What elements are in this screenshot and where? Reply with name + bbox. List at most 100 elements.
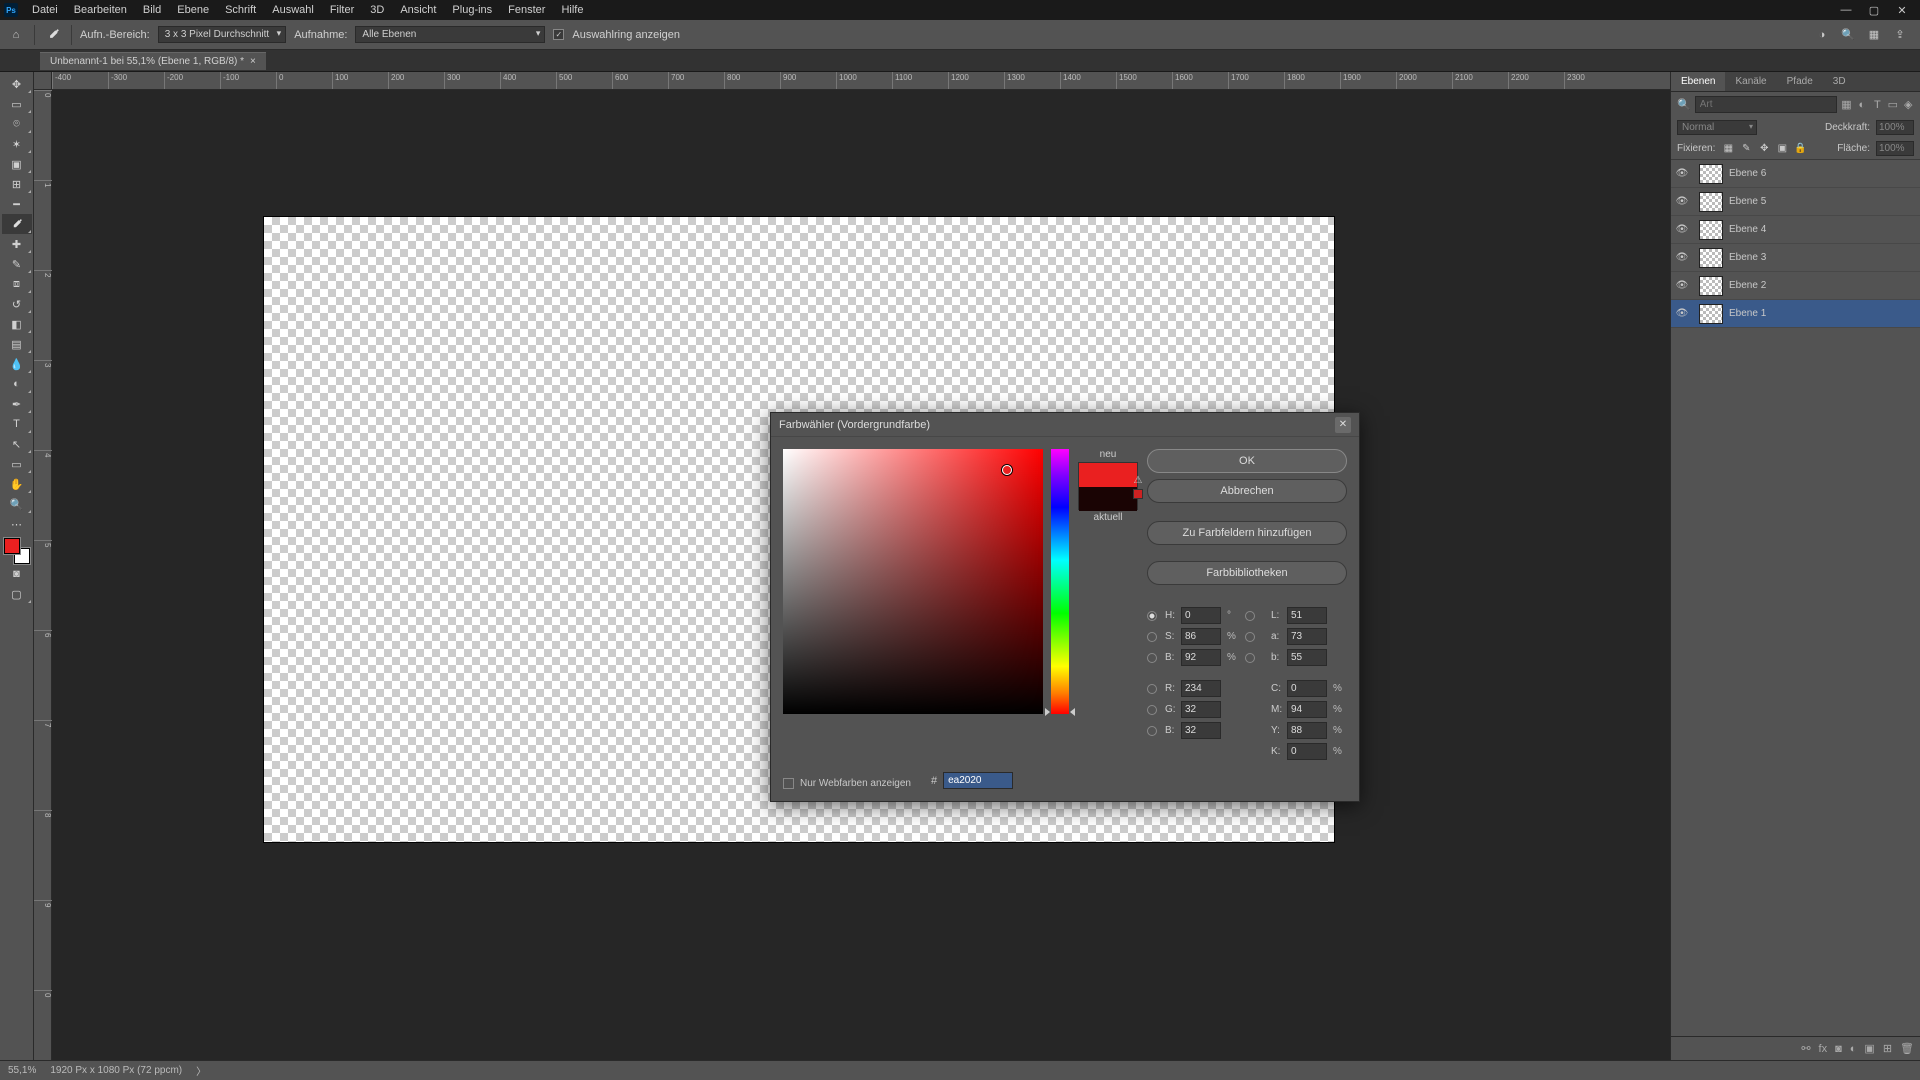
opacity-input[interactable] <box>1876 120 1914 135</box>
input-a[interactable] <box>1287 628 1327 645</box>
input-c[interactable] <box>1287 680 1327 697</box>
menu-3d[interactable]: 3D <box>362 4 392 16</box>
blur-tool[interactable]: 💧 <box>2 354 32 374</box>
wand-tool[interactable]: ✶ <box>2 134 32 154</box>
search-icon[interactable]: 🔍 <box>1677 98 1691 112</box>
link-layers-icon[interactable]: ⚯ <box>1801 1042 1810 1055</box>
color-libraries-button[interactable]: Farbbibliotheken <box>1147 561 1347 585</box>
lasso-tool[interactable]: ⌾ <box>2 114 32 134</box>
menu-image[interactable]: Bild <box>135 4 169 16</box>
layer-filter-input[interactable] <box>1695 96 1837 113</box>
input-bv[interactable] <box>1181 649 1221 666</box>
doc-info[interactable]: 1920 Px x 1080 Px (72 ppcm) <box>50 1065 182 1076</box>
window-maximize-icon[interactable]: ▢ <box>1860 0 1888 20</box>
frame-tool[interactable]: ⊞ <box>2 174 32 194</box>
radio-a[interactable] <box>1245 632 1255 642</box>
share-icon[interactable]: ⇪ <box>1892 27 1908 43</box>
home-icon[interactable]: ⌂ <box>6 25 26 45</box>
cloud-icon[interactable]: ◑ <box>1814 27 1830 43</box>
gradient-tool[interactable]: ▤ <box>2 334 32 354</box>
layer-name[interactable]: Ebene 5 <box>1729 196 1766 207</box>
screenmode-tool[interactable]: ▢ <box>2 584 32 604</box>
filter-shape-icon[interactable]: ▭ <box>1887 98 1898 112</box>
filter-adjust-icon[interactable]: ◐ <box>1856 98 1867 112</box>
input-y[interactable] <box>1287 722 1327 739</box>
delete-layer-icon[interactable]: 🗑 <box>1900 1042 1914 1055</box>
tab-3d[interactable]: 3D <box>1823 72 1856 91</box>
lock-artboard-icon[interactable]: ▣ <box>1775 142 1789 156</box>
layer-thumbnail[interactable] <box>1699 248 1723 268</box>
cancel-button[interactable]: Abbrechen <box>1147 479 1347 503</box>
move-tool[interactable]: ✥ <box>2 74 32 94</box>
marquee-tool[interactable]: ▭ <box>2 94 32 114</box>
radio-bv[interactable] <box>1147 653 1157 663</box>
menu-plugins[interactable]: Plug-ins <box>444 4 500 16</box>
radio-b[interactable] <box>1245 653 1255 663</box>
hex-input[interactable] <box>943 772 1013 789</box>
current-color-swatch[interactable] <box>1079 487 1137 511</box>
color-cursor[interactable] <box>1002 465 1012 475</box>
menu-file[interactable]: Datei <box>24 4 66 16</box>
brush-tool[interactable]: ✎ <box>2 254 32 274</box>
layer-group-icon[interactable]: ▣ <box>1864 1042 1874 1055</box>
layer-row[interactable]: 👁Ebene 3 <box>1671 244 1920 272</box>
layer-name[interactable]: Ebene 4 <box>1729 224 1766 235</box>
dialog-close-icon[interactable]: ✕ <box>1335 417 1351 433</box>
crop-tool[interactable]: ▣ <box>2 154 32 174</box>
radio-g[interactable] <box>1147 705 1157 715</box>
input-h[interactable] <box>1181 607 1221 624</box>
radio-s[interactable] <box>1147 632 1157 642</box>
close-icon[interactable]: × <box>250 56 256 67</box>
input-bc[interactable] <box>1181 722 1221 739</box>
gamut-warning-icon[interactable]: ⚠ <box>1131 473 1145 487</box>
history-brush-tool[interactable]: ↺ <box>2 294 32 314</box>
fill-input[interactable] <box>1876 141 1914 156</box>
show-ring-checkbox[interactable]: ✓ <box>553 29 564 40</box>
zoom-tool[interactable]: 🔍 <box>2 494 32 514</box>
adjustment-layer-icon[interactable]: ◐ <box>1850 1043 1857 1055</box>
layer-name[interactable]: Ebene 2 <box>1729 280 1766 291</box>
layer-thumbnail[interactable] <box>1699 220 1723 240</box>
window-minimize-icon[interactable]: — <box>1832 0 1860 20</box>
visibility-icon[interactable]: 👁 <box>1671 168 1693 179</box>
web-colors-checkbox[interactable] <box>783 778 794 789</box>
layer-name[interactable]: Ebene 1 <box>1729 308 1766 319</box>
search-icon[interactable]: 🔍 <box>1840 27 1856 43</box>
hue-slider[interactable] <box>1051 449 1069 714</box>
visibility-icon[interactable]: 👁 <box>1671 196 1693 207</box>
layer-thumbnail[interactable] <box>1699 164 1723 184</box>
type-tool[interactable]: T <box>2 414 32 434</box>
input-m[interactable] <box>1287 701 1327 718</box>
layer-name[interactable]: Ebene 3 <box>1729 252 1766 263</box>
doc-info-menu-icon[interactable]: 〉 <box>196 1063 206 1078</box>
layer-name[interactable]: Ebene 6 <box>1729 168 1766 179</box>
radio-r[interactable] <box>1147 684 1157 694</box>
layer-thumbnail[interactable] <box>1699 276 1723 296</box>
input-k[interactable] <box>1287 743 1327 760</box>
ruler-horizontal[interactable]: -400-300-200-100010020030040050060070080… <box>52 72 1670 90</box>
filter-pixel-icon[interactable]: ▦ <box>1841 98 1852 112</box>
radio-h[interactable] <box>1147 611 1157 621</box>
visibility-icon[interactable]: 👁 <box>1671 224 1693 235</box>
dialog-titlebar[interactable]: Farbwähler (Vordergrundfarbe) ✕ <box>771 413 1359 437</box>
radio-l[interactable] <box>1245 611 1255 621</box>
lock-position-icon[interactable]: ✥ <box>1757 142 1771 156</box>
filter-smart-icon[interactable]: ◈ <box>1903 98 1914 112</box>
menu-edit[interactable]: Bearbeiten <box>66 4 135 16</box>
input-s[interactable] <box>1181 628 1221 645</box>
layer-row[interactable]: 👁 Ebene 4 <box>1671 216 1920 244</box>
lock-transparency-icon[interactable]: ▦ <box>1721 142 1735 156</box>
add-swatch-button[interactable]: Zu Farbfeldern hinzufügen <box>1147 521 1347 545</box>
blend-mode-dropdown[interactable]: Normal <box>1677 120 1757 135</box>
layer-row[interactable]: 👁 Ebene 6 <box>1671 160 1920 188</box>
layer-thumbnail[interactable] <box>1699 304 1723 324</box>
edit-toolbar[interactable]: ⋯ <box>2 514 32 534</box>
tab-layers[interactable]: Ebenen <box>1671 72 1725 91</box>
menu-filter[interactable]: Filter <box>322 4 362 16</box>
dodge-tool[interactable]: ◐ <box>2 374 32 394</box>
eraser-tool[interactable]: ◧ <box>2 314 32 334</box>
visibility-icon[interactable]: 👁 <box>1671 308 1693 319</box>
ruler-vertical[interactable]: 01234567890 <box>34 90 52 1060</box>
layer-fx-icon[interactable]: fx <box>1819 1043 1828 1055</box>
menu-type[interactable]: Schrift <box>217 4 264 16</box>
